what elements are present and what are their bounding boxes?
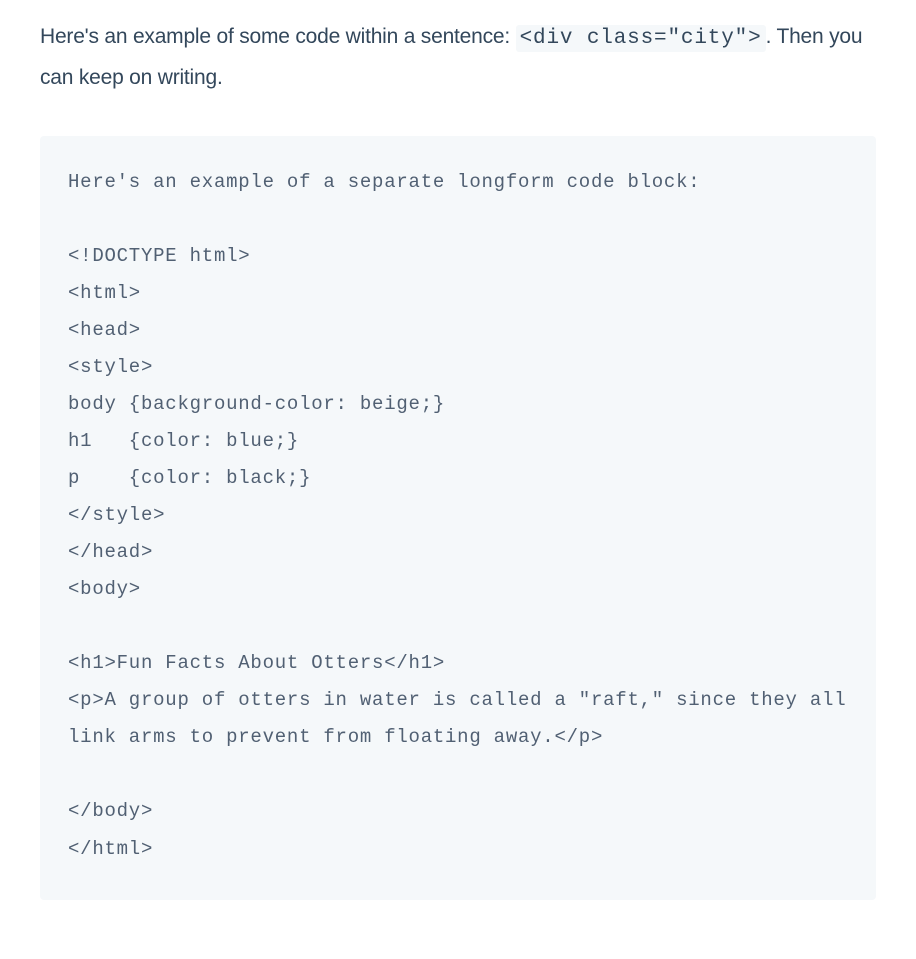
intro-paragraph: Here's an example of some code within a … xyxy=(40,18,876,98)
inline-code-example: <div class="city"> xyxy=(516,25,766,52)
intro-text-before: Here's an example of some code within a … xyxy=(40,25,516,48)
code-block: Here's an example of a separate longform… xyxy=(40,136,876,900)
code-block-content: Here's an example of a separate longform… xyxy=(68,171,859,860)
